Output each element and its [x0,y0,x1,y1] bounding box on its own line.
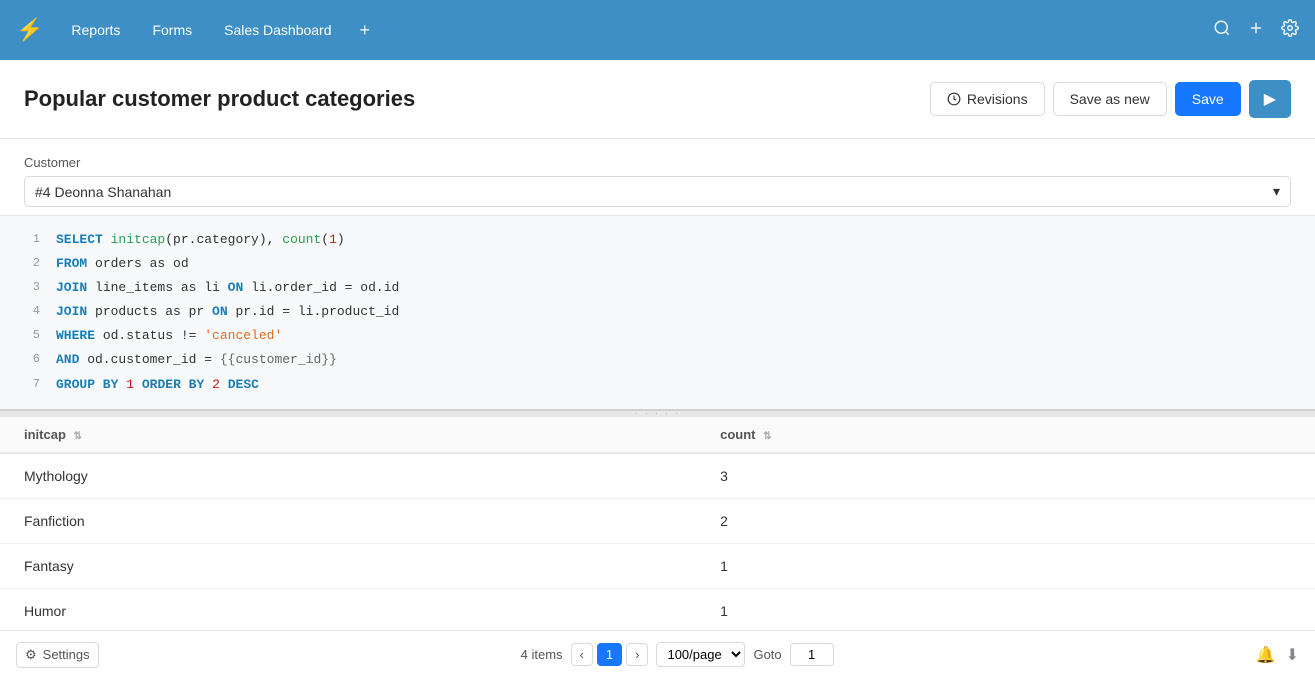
line-number-7: 7 [16,374,40,394]
add-nav-item-button[interactable]: + [352,16,379,45]
sql-line-7: 7 GROUP BY 1 ORDER BY 2 DESC [0,373,1315,397]
sort-icon-count: ⇅ [763,431,771,442]
cell-initcap-3: Fantasy [0,543,696,588]
nav-item-sales-dashboard[interactable]: Sales Dashboard [212,16,343,44]
cell-count-3: 1 [696,543,1315,588]
sql-line-4: 4 JOIN products as pr ON pr.id = li.prod… [0,300,1315,324]
cell-initcap-4: Humor [0,588,696,630]
customer-select[interactable]: #4 Deonna Shanahan ▾ [24,176,1291,207]
notification-icon[interactable]: 🔔 [1256,645,1276,665]
sql-editor[interactable]: 1 SELECT initcap(pr.category), count(1) … [0,216,1315,411]
customer-select-value: #4 Deonna Shanahan [35,184,171,200]
customer-filter-label: Customer [24,155,1291,170]
table-row: Fanfiction 2 [0,498,1315,543]
download-icon[interactable]: ⬇ [1286,645,1299,665]
nav-item-reports[interactable]: Reports [59,16,132,44]
save-as-new-label: Save as new [1070,91,1150,107]
sort-icon-initcap: ⇅ [74,431,82,442]
clock-icon [947,92,961,106]
app-logo: ⚡ [16,17,43,43]
page-header: Popular customer product categories Revi… [0,60,1315,139]
column-label-count: count [720,427,755,442]
save-as-new-button[interactable]: Save as new [1053,82,1167,116]
cell-count-2: 2 [696,498,1315,543]
save-button[interactable]: Save [1175,82,1241,116]
run-button[interactable]: ▶ [1249,80,1291,118]
line-number-3: 3 [16,277,40,297]
nav-right-actions [1213,19,1299,42]
gear-icon[interactable] [1281,19,1299,42]
sql-code-5: WHERE od.status != 'canceled' [56,325,282,347]
line-number-2: 2 [16,253,40,273]
sql-line-1: 1 SELECT initcap(pr.category), count(1) [0,228,1315,252]
main-content: Customer #4 Deonna Shanahan ▾ 1 SELECT i… [0,139,1315,630]
table-header: initcap ⇅ count ⇅ [0,417,1315,453]
column-label-initcap: initcap [24,427,66,442]
goto-label: Goto [753,647,781,662]
pagination: ‹ 1 › [571,643,649,666]
prev-page-button[interactable]: ‹ [571,643,593,666]
line-number-4: 4 [16,301,40,321]
footer-center: 4 items ‹ 1 › 100/page Goto [111,642,1244,667]
cell-initcap-2: Fanfiction [0,498,696,543]
line-number-6: 6 [16,349,40,369]
header-actions: Revisions Save as new Save ▶ [930,80,1291,118]
line-number-1: 1 [16,229,40,249]
run-icon: ▶ [1264,89,1276,109]
sql-line-5: 5 WHERE od.status != 'canceled' [0,324,1315,348]
sql-code-4: JOIN products as pr ON pr.id = li.produc… [56,301,399,323]
sql-code-3: JOIN line_items as li ON li.order_id = o… [56,277,399,299]
sql-line-6: 6 AND od.customer_id = {{customer_id}} [0,348,1315,372]
table-body: Mythology 3 Fanfiction 2 Fantasy 1 Humor… [0,453,1315,630]
cell-count-4: 1 [696,588,1315,630]
add-icon[interactable] [1247,19,1265,42]
column-header-initcap[interactable]: initcap ⇅ [0,417,696,453]
search-icon[interactable] [1213,19,1231,42]
page-title: Popular customer product categories [24,86,930,112]
sql-code-6: AND od.customer_id = {{customer_id}} [56,349,337,371]
nav-item-forms[interactable]: Forms [140,16,204,44]
table-row: Fantasy 1 [0,543,1315,588]
page-1-button[interactable]: 1 [597,643,622,666]
goto-input[interactable] [790,643,834,666]
settings-label: Settings [43,647,90,662]
settings-button[interactable]: ⚙ Settings [16,642,99,668]
footer: ⚙ Settings 4 items ‹ 1 › 100/page Goto 🔔… [0,630,1315,678]
save-label: Save [1192,91,1224,107]
sql-line-3: 3 JOIN line_items as li ON li.order_id =… [0,276,1315,300]
cell-count-1: 3 [696,453,1315,499]
items-count: 4 items [521,647,563,662]
footer-right: 🔔 ⬇ [1256,645,1299,665]
revisions-label: Revisions [967,91,1028,107]
revisions-button[interactable]: Revisions [930,82,1045,116]
per-page-select[interactable]: 100/page [656,642,745,667]
sql-code-1: SELECT initcap(pr.category), count(1) [56,229,345,251]
gear-settings-icon: ⚙ [25,647,37,663]
sql-code-2: FROM orders as od [56,253,189,275]
column-header-count[interactable]: count ⇅ [696,417,1315,453]
results-table: initcap ⇅ count ⇅ Mythology 3 Fanfiction [0,417,1315,630]
sql-line-2: 2 FROM orders as od [0,252,1315,276]
top-navigation: ⚡ Reports Forms Sales Dashboard + [0,0,1315,60]
filter-section: Customer #4 Deonna Shanahan ▾ [0,139,1315,216]
line-number-5: 5 [16,325,40,345]
table-row: Mythology 3 [0,453,1315,499]
sql-code-7: GROUP BY 1 ORDER BY 2 DESC [56,374,259,396]
results-section: initcap ⇅ count ⇅ Mythology 3 Fanfiction [0,417,1315,630]
chevron-down-icon: ▾ [1273,183,1280,200]
next-page-button[interactable]: › [626,643,648,666]
cell-initcap-1: Mythology [0,453,696,499]
table-row: Humor 1 [0,588,1315,630]
